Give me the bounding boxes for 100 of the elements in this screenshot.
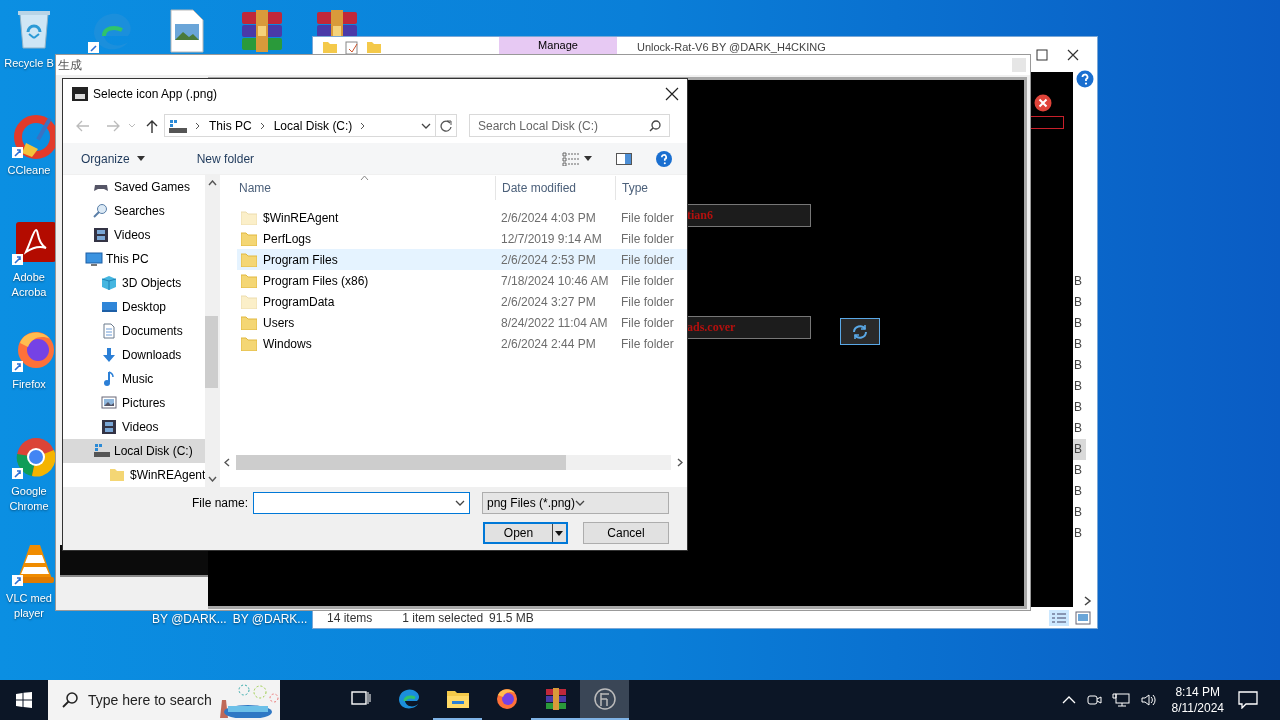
close-icon[interactable] <box>665 86 679 101</box>
chevron-icon <box>259 121 266 130</box>
column-header[interactable]: Type <box>616 176 648 200</box>
breadcrumb-item[interactable]: This PC <box>209 118 252 133</box>
file-row[interactable]: Program Files 2/6/2024 2:53 PM File folder <box>237 249 687 270</box>
desktop-icon-label[interactable]: BY @DARK... <box>152 612 227 627</box>
file-name-field[interactable] <box>253 492 470 514</box>
app-icon <box>72 86 88 101</box>
table-cell: B <box>1073 439 1086 460</box>
up-icon[interactable] <box>146 118 158 133</box>
column-header[interactable]: Date modified <box>496 176 616 200</box>
notification-icon[interactable] <box>1238 691 1258 709</box>
file-row[interactable]: Users 8/24/2022 11:04 AM File folder <box>237 312 687 333</box>
folder-icon <box>241 252 257 267</box>
folder-icon <box>367 41 381 53</box>
file-row[interactable]: Program Files (x86) 7/18/2024 10:46 AM File folder <box>237 270 687 291</box>
help-icon[interactable] <box>1076 70 1094 88</box>
chevron-icon <box>195 121 201 130</box>
desktop-icon-label[interactable]: Firefox <box>3 377 55 392</box>
file-row[interactable]: Windows 2/6/2024 2:44 PM File folder <box>237 333 687 354</box>
thumbnail-view-icon[interactable] <box>1075 611 1091 625</box>
clock-time: 8:14 PM <box>1174 684 1222 700</box>
volume-icon[interactable] <box>1139 692 1158 708</box>
nav-item[interactable]: Music <box>63 367 206 391</box>
scroll-thumb[interactable] <box>205 316 218 388</box>
nav-item[interactable]: Downloads <box>63 343 206 367</box>
search-field[interactable]: Search Local Disk (C:) <box>469 114 670 137</box>
nav-item[interactable]: Saved Games <box>63 175 206 199</box>
broom-icon[interactable] <box>12 113 58 159</box>
refresh-icon <box>440 119 452 132</box>
breadcrumb-item[interactable]: Local Disk (C:) <box>273 118 353 133</box>
file-row[interactable]: $WinREAgent 2/6/2024 4:03 PM File folder <box>237 207 687 228</box>
search-field[interactable]: Type here to search <box>48 680 280 720</box>
search-icon <box>62 692 78 708</box>
clock[interactable]: 8:14 PM 8/11/2024 <box>1171 684 1224 716</box>
table-cell-text: 2/6/2024 3:27 PM <box>501 293 597 311</box>
file-row[interactable]: PerfLogs 12/7/2019 9:14 AM File folder <box>237 228 687 249</box>
organize-button[interactable]: Organize <box>73 147 173 170</box>
scroll-thumb[interactable] <box>236 455 566 470</box>
desktop-icon-label[interactable]: VLC med player <box>3 591 55 621</box>
file-row[interactable]: ProgramData 2/6/2024 3:27 PM File folder <box>237 291 687 312</box>
scroll-up-icon[interactable] <box>207 180 217 186</box>
nav-item[interactable]: Videos <box>63 223 206 247</box>
open-button[interactable]: Open <box>483 522 568 544</box>
network-icon[interactable] <box>1111 692 1130 708</box>
help-icon[interactable] <box>656 150 672 167</box>
file-name: Program Files <box>263 252 338 267</box>
refresh-button[interactable] <box>840 318 880 345</box>
app-tile-icon[interactable] <box>12 220 58 266</box>
preview-pane-icon[interactable] <box>616 152 632 165</box>
caret-icon[interactable] <box>584 156 592 161</box>
folder-icon <box>241 336 257 351</box>
camera-icon[interactable] <box>1085 692 1102 708</box>
clock-date: 8/11/2024 <box>1171 700 1224 716</box>
table-cell-text: File folder <box>621 230 674 248</box>
close-icon[interactable] <box>1034 94 1052 112</box>
windows-logo-icon <box>16 692 32 708</box>
desktop-icon-label[interactable]: Google Chrome <box>3 484 55 514</box>
table-cell-text: B <box>1073 294 1083 311</box>
nav-item[interactable]: Desktop <box>63 295 206 319</box>
scroll-down-icon[interactable] <box>207 476 217 482</box>
table-cell-text: B <box>1073 315 1083 332</box>
chevron-icon <box>360 121 367 130</box>
scroll-right-icon[interactable] <box>1084 596 1092 606</box>
archive-icon <box>543 687 568 711</box>
refresh-button[interactable] <box>436 114 457 137</box>
desktop-icon-label[interactable]: Adobe Acroba <box>3 270 55 300</box>
status-text: 91.5 MB <box>489 611 534 625</box>
caret-icon <box>136 156 145 161</box>
nav-item[interactable]: Searches <box>63 199 206 223</box>
film-icon <box>93 227 111 243</box>
scroll-left-icon[interactable] <box>224 458 230 467</box>
nav-item[interactable]: Pictures <box>63 391 206 415</box>
nav-item[interactable]: 3D Objects <box>63 271 206 295</box>
dropdown-icon[interactable] <box>421 122 431 129</box>
column-header[interactable]: Name <box>220 176 496 200</box>
nav-item[interactable]: This PC <box>63 247 206 271</box>
dropdown-icon <box>575 500 586 506</box>
nav-item[interactable]: Local Disk (C:) <box>63 439 206 463</box>
chevron-up-icon[interactable] <box>1061 696 1076 704</box>
new-folder-button[interactable]: New folder <box>188 147 263 170</box>
file-name: $WinREAgent <box>263 210 339 225</box>
file-type-dropdown[interactable]: png Files (*.png) <box>482 492 669 514</box>
maximize-icon[interactable] <box>1036 49 1048 61</box>
desktop-icon-label[interactable]: Recycle B <box>3 56 55 71</box>
desktop-icon-label[interactable]: CCleane <box>3 163 55 178</box>
nav-item[interactable]: Videos <box>63 415 206 439</box>
scroll-right-icon[interactable] <box>677 458 683 467</box>
table-cell-text: File folder <box>621 272 674 290</box>
cancel-button[interactable]: Cancel <box>583 522 669 544</box>
ribbon-tab[interactable]: Manage <box>499 37 617 55</box>
nav-item[interactable]: Documents <box>63 319 206 343</box>
address-bar[interactable]: This PC Local Disk (C:) <box>164 114 436 137</box>
close-icon[interactable] <box>1067 49 1079 61</box>
table-cell-text: File folder <box>621 293 674 311</box>
nav-item[interactable]: $WinREAgent <box>63 463 206 487</box>
desktop-icon-label[interactable]: BY @DARK... <box>232 612 308 627</box>
monitor-icon <box>85 251 103 267</box>
film-icon <box>101 419 119 435</box>
table-cell-text: 7/18/2024 10:46 AM <box>501 272 610 290</box>
